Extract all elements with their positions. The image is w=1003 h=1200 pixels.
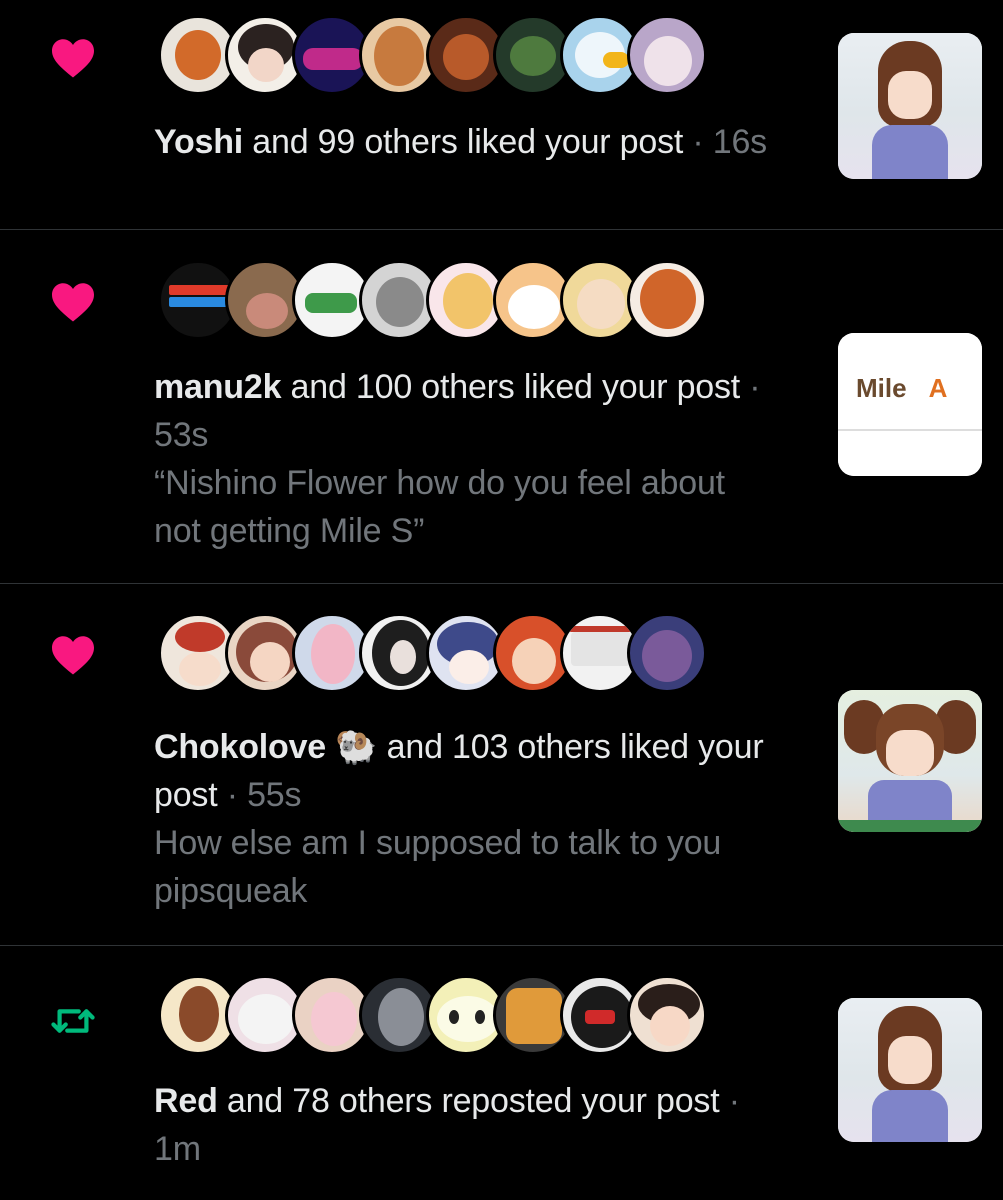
action-text: and 99 others liked your post — [243, 123, 684, 161]
post-thumbnail[interactable]: Mile A — [838, 333, 982, 476]
user-name[interactable]: Yoshi — [154, 123, 243, 161]
post-thumbnail[interactable] — [838, 690, 982, 832]
timestamp: 16s — [712, 123, 767, 161]
post-thumbnail[interactable] — [838, 33, 982, 179]
liker-avatars — [158, 613, 707, 697]
heart-icon — [48, 33, 98, 83]
user-name[interactable]: Red — [154, 1082, 218, 1120]
liker-avatars — [158, 260, 707, 344]
liker-avatars — [158, 15, 707, 99]
timestamp: 53s — [154, 416, 209, 454]
notifications-feed: Yoshi and 99 others liked your post · 16… — [0, 0, 1003, 1200]
action-text: and 78 others reposted your post — [217, 1082, 720, 1120]
avatar[interactable] — [627, 975, 707, 1055]
reposter-avatars — [158, 975, 707, 1059]
heart-icon — [48, 277, 98, 327]
separator: · — [740, 368, 761, 406]
thumbnail-text: Mile A — [838, 373, 982, 404]
separator: · — [683, 123, 713, 161]
user-name[interactable]: Chokolove — [154, 728, 326, 766]
heart-icon — [48, 630, 98, 680]
repost-icon — [48, 996, 98, 1046]
notification-item[interactable]: Chokolove 🐏 and 103 others liked your po… — [0, 584, 1003, 946]
timestamp: 55s — [247, 776, 302, 814]
user-name[interactable]: manu2k — [154, 368, 281, 406]
avatar[interactable] — [627, 15, 707, 95]
avatar[interactable] — [627, 613, 707, 693]
notification-item[interactable]: Red and 78 others reposted your post · 1… — [0, 946, 1003, 1200]
notification-text: Red and 78 others reposted your post · 1… — [154, 1077, 754, 1173]
quoted-post-text: “Nishino Flower how do you feel about no… — [154, 464, 725, 550]
post-thumbnail[interactable] — [838, 998, 982, 1142]
separator: · — [217, 776, 248, 814]
notification-text: Yoshi and 99 others liked your post · 16… — [154, 118, 794, 166]
notification-text: Chokolove 🐏 and 103 others liked your po… — [154, 723, 774, 915]
quoted-post-text: How else am I supposed to talk to you pi… — [154, 824, 722, 910]
notification-item[interactable]: Yoshi and 99 others liked your post · 16… — [0, 0, 1003, 230]
notification-item[interactable]: manu2k and 100 others liked your post · … — [0, 230, 1003, 584]
timestamp: 1m — [154, 1130, 201, 1168]
avatar[interactable] — [627, 260, 707, 340]
thumbnail-grade: A — [928, 373, 948, 403]
sheep-emoji: 🐏 — [335, 728, 378, 766]
separator: · — [719, 1082, 740, 1120]
notification-text: manu2k and 100 others liked your post · … — [154, 363, 774, 555]
action-text: and 100 others liked your post — [281, 368, 741, 406]
thumbnail-word: Mile — [856, 373, 907, 403]
